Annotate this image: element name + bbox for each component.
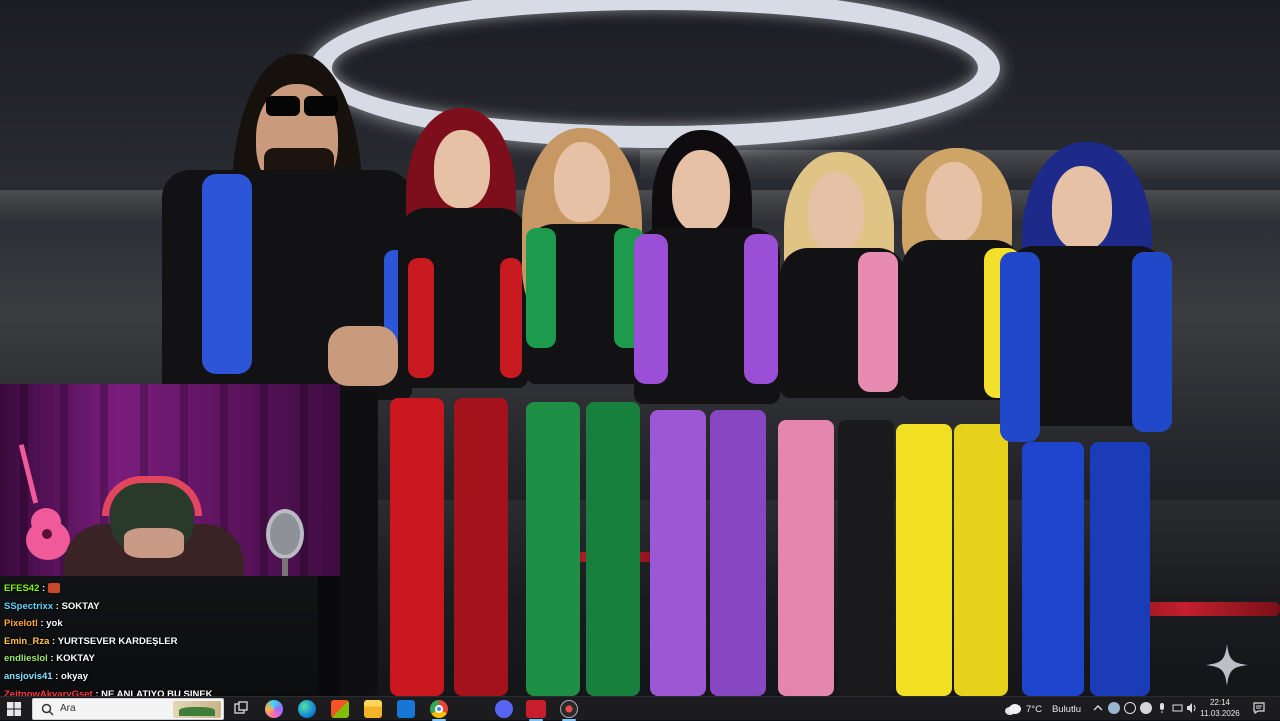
cloud-sync-icon[interactable]: [1140, 702, 1152, 714]
chat-username: Pixelotl: [4, 618, 38, 630]
task-view-icon[interactable]: [232, 700, 250, 718]
chat-message: ansjovis41 : okyay: [4, 670, 88, 682]
cloud-icon: [1005, 704, 1021, 715]
microsoft-store-icon[interactable]: [331, 700, 349, 718]
notification-icon[interactable]: [1252, 701, 1266, 715]
outlook-icon[interactable]: [397, 700, 415, 718]
streamer: [64, 476, 244, 576]
volume-icon[interactable]: [1186, 702, 1198, 714]
sparkle-watermark-icon: [1206, 644, 1248, 686]
emote-icon: [47, 583, 60, 594]
system-clock[interactable]: 22:14 11.03.2026: [1200, 697, 1240, 719]
tray-app-icon[interactable]: [1124, 702, 1136, 714]
chat-text: KOKTAY: [56, 653, 95, 665]
weather-temperature: 7°C: [1026, 703, 1042, 715]
search-placeholder: Ara: [60, 703, 76, 714]
search-icon: [41, 703, 54, 716]
edge-icon[interactable]: [298, 700, 316, 718]
chat-text: yok: [46, 618, 63, 630]
windows-start-icon[interactable]: [4, 700, 24, 718]
taskbar-search-box[interactable]: Ara: [32, 698, 224, 720]
microphone-icon: [266, 509, 304, 576]
stream-chat: EFES42 : SSpectrixx : SOKTAY Pixelotl : …: [0, 576, 340, 700]
chat-text: okyay: [61, 670, 88, 682]
network-icon[interactable]: [1172, 702, 1184, 714]
chat-username: endlieslol: [4, 653, 48, 665]
chat-username: ansjovis41: [4, 670, 53, 682]
copilot-icon[interactable]: [265, 700, 283, 718]
chat-message: SSpectrixx : SOKTAY: [4, 600, 100, 612]
obs-icon[interactable]: [560, 700, 578, 718]
discord-icon[interactable]: [495, 700, 513, 718]
chrome-icon[interactable]: [430, 700, 448, 718]
clock-time: 22:14: [1209, 698, 1231, 707]
weather-condition: Bulutlu: [1051, 703, 1082, 715]
chevron-up-icon[interactable]: [1092, 702, 1104, 714]
microphone-tray-icon[interactable]: [1156, 702, 1168, 714]
person-blue-outfit: [992, 142, 1182, 696]
chat-message: EFES42 :: [4, 580, 336, 598]
chat-username: Emin_Rza: [4, 635, 50, 647]
chat-text: YURTSEVER KARDEŞLER: [57, 635, 178, 647]
chat-username: SSpectrixx: [4, 600, 54, 612]
windows-taskbar: Ara 7°C Bulutlu 22:14 11.03.2026: [0, 696, 1280, 721]
steam-tray-icon[interactable]: [1108, 702, 1120, 714]
person-purple-outfit: [626, 130, 786, 696]
chat-message: Pixelotl : yok: [4, 618, 63, 630]
chat-text: SOKTAY: [61, 600, 100, 612]
clock-date: 11.03.2026: [1200, 709, 1240, 718]
search-highlight-image: [173, 701, 221, 718]
file-explorer-icon[interactable]: [364, 700, 382, 718]
weather-widget[interactable]: 7°C Bulutlu: [1004, 701, 1081, 717]
chat-message: endlieslol : KOKTAY: [4, 653, 95, 665]
streaming-app-icon[interactable]: [526, 700, 546, 718]
chat-username: EFES42: [4, 583, 40, 594]
streamer-webcam: [0, 384, 340, 576]
chat-message: Emin_Rza : YURTSEVER KARDEŞLER: [4, 635, 178, 647]
